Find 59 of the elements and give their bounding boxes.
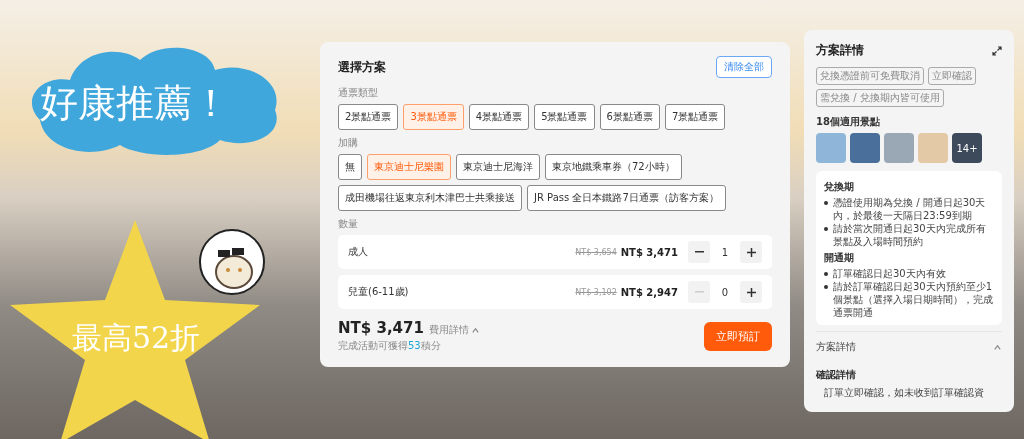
validity-rule: 請於訂單確認日起30天內預約至少1個景點（選擇入場日期時間），完成通票開通 [833,280,994,319]
option-chip[interactable]: 7景點通票 [664,104,726,130]
total-price: NT$ 3,471 [338,319,424,337]
chevron-icon[interactable] [993,342,1002,352]
section-label: 加購 [338,136,359,150]
feature-tag: 需兌換 / 兌換期內皆可使用 [816,89,944,107]
more-attractions[interactable]: 14+ [952,133,982,163]
plus-icon [746,247,756,257]
section-title[interactable]: 方案詳情 [816,340,856,354]
plus-button[interactable] [740,241,762,263]
minus-button[interactable] [688,241,710,263]
minus-icon [694,291,704,293]
option-chip[interactable]: 6景點通票 [599,104,660,130]
ticket-type: 成人 [348,245,369,259]
option-chip[interactable]: 2景點通票 [338,104,399,130]
plus-button[interactable] [740,281,762,303]
bullet-icon [824,227,828,231]
ticket-type: 兒童(6-11歲) [348,285,410,299]
panel-title: 選擇方案 [338,58,386,76]
plus-icon [746,287,756,297]
option-chip[interactable]: 4景點通票 [468,104,530,130]
attractions-title: 18個適用景點 [816,115,881,129]
expand-icon[interactable] [992,45,1002,56]
option-chip[interactable]: 東京迪士尼海洋 [456,154,540,180]
validity-heading: 兌換期 [824,180,855,194]
option-chip[interactable]: 無 [338,154,362,180]
bullet-icon [824,285,828,289]
points-note: 完成活動可獲得53積分 [338,339,442,353]
section-label: 數量 [338,217,359,231]
validity-rule: 請於當次開通日起30天內完成所有景點及入場時間預約 [833,222,987,248]
validity-rule: 憑證使用期為兌換 / 開通日起30天內，於最後一天隔日23:59到期 [833,196,987,222]
panel-title: 方案詳情 [816,42,864,59]
mascot-drawing [198,228,266,296]
option-chip[interactable]: JR Pass 全日本鐵路7日通票（訪客方案） [527,185,726,211]
discount-text: 最高52折 [72,319,201,357]
feature-tag: 立即確認 [928,67,976,85]
original-price: NT$ 3,102 [575,287,617,297]
feature-tag: 兌換憑證前可免費取消 [816,67,924,85]
quantity-value: 0 [720,286,730,298]
option-chip[interactable]: 5景點通票 [534,104,595,130]
option-chip[interactable]: 東京地鐵乘車券（72小時） [545,154,682,180]
validity-rule: 訂單確認日起30天內有效 [833,267,946,280]
section-label: 通票類型 [338,86,379,100]
price: NT$ 2,947 [620,286,678,298]
confirm-text: 訂單立即確認，如未收到訂單確認資 [823,386,985,400]
minus-icon [694,251,704,253]
option-chip[interactable]: 成田機場往返東京利木津巴士共乘接送 [338,185,522,211]
photo-placeholder[interactable] [850,133,880,163]
promo-headline: 好康推薦！ [40,80,230,127]
chevron-icon [470,325,480,335]
price: NT$ 3,471 [620,246,678,258]
clear-all-button[interactable]: 清除全部 [716,56,772,78]
quantity-value: 1 [720,246,730,258]
validity-heading: 開通期 [824,251,855,265]
bullet-icon [824,201,828,205]
original-price: NT$ 3,654 [575,247,617,257]
bullet-icon [824,272,828,276]
fee-details-link[interactable]: 費用詳情 [428,323,480,337]
confirm-heading: 確認詳情 [816,368,857,382]
